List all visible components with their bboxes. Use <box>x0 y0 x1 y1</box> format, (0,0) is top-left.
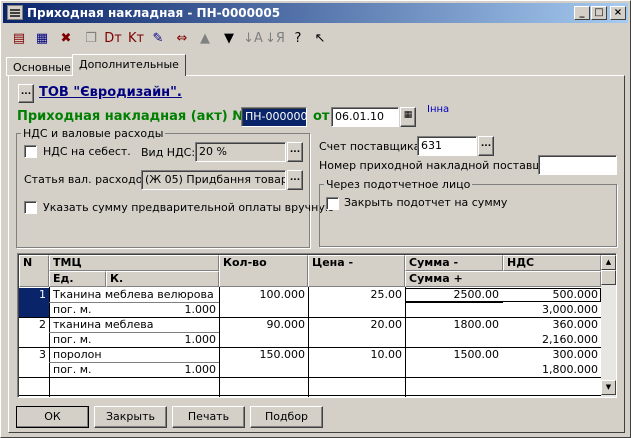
ok-button[interactable]: ОК <box>16 406 89 428</box>
header-vat[interactable]: НДС <box>503 255 601 271</box>
row-3-price[interactable]: 10.00 <box>309 348 405 361</box>
row-3-qty[interactable]: 150.000 <box>220 348 308 361</box>
row-2-n: 2 <box>39 318 46 331</box>
expense-label: Статья вал. расходов: <box>24 173 153 186</box>
row-3-coef[interactable]: 1.000 <box>130 363 219 376</box>
new-doc-icon[interactable]: ▤ <box>9 29 29 49</box>
row-2-name[interactable]: тканина меблева <box>50 318 219 331</box>
row-3-total[interactable]: 1,800.000 <box>406 363 601 376</box>
pointer-help-icon[interactable]: ↖ <box>310 29 330 49</box>
row-1-total[interactable]: 3,000.000 <box>406 303 601 316</box>
row-1-name[interactable]: Тканина меблева велюрова <box>50 288 219 301</box>
kt-icon[interactable]: Kт <box>126 29 146 49</box>
scroll-thumb[interactable] <box>601 270 616 285</box>
doc-number-field[interactable]: ПН-0000005 <box>241 107 307 127</box>
header-price[interactable]: Цена - <box>308 255 405 287</box>
row-1-unit[interactable]: пог. м. <box>50 303 130 316</box>
expense-field[interactable]: (Ж 05) Придбання товарів <box>141 170 286 190</box>
row-1-sum[interactable]: 2500.00 <box>406 288 502 301</box>
nds-type-label: Вид НДС: <box>141 146 196 159</box>
header-sum-plus[interactable]: Сумма + <box>405 271 601 287</box>
copy-row-icon[interactable]: ❐ <box>81 29 101 49</box>
user-name: Інна <box>427 104 450 115</box>
row-2-price[interactable]: 20.00 <box>309 318 405 331</box>
help-icon[interactable]: ? <box>288 29 308 49</box>
nds-on-cost-checkbox[interactable] <box>24 145 37 158</box>
row-2-total[interactable]: 2,160.000 <box>406 333 601 346</box>
header-sum-minus[interactable]: Сумма - <box>405 255 503 271</box>
nds-type-field[interactable]: 20 % <box>195 142 286 162</box>
tab-additional[interactable]: Дополнительные <box>72 54 186 76</box>
accountable-legend: Через подотчетное лицо <box>324 178 473 191</box>
header-goods[interactable]: ТМЦ <box>49 255 219 271</box>
vat-group-legend: НДС и валовые расходы <box>21 127 166 140</box>
close-button[interactable]: Закрыть <box>94 406 167 428</box>
expense-button[interactable]: ... <box>287 170 303 190</box>
restore-button[interactable]: □ <box>591 6 607 20</box>
arrow-down-icon[interactable]: ▼ <box>219 29 239 49</box>
minimize-button[interactable]: _ <box>574 6 590 20</box>
nds-type-button[interactable]: ... <box>287 142 303 162</box>
doc-title: Приходная накладная (акт) № <box>17 109 248 124</box>
title-bar[interactable]: Приходная накладная - ПН-0000005 _ □ × <box>3 3 628 23</box>
row-2-unit[interactable]: пог. м. <box>50 333 130 346</box>
close-window-button[interactable]: × <box>610 6 626 20</box>
sort-asc-icon[interactable]: ↓A <box>243 29 263 49</box>
doc-date-field[interactable]: 06.01.10 <box>331 107 399 127</box>
app-icon <box>7 5 23 20</box>
sort-desc-icon[interactable]: ↓Я <box>265 29 285 49</box>
select-button[interactable]: Подбор <box>250 406 323 428</box>
row-1-coef[interactable]: 1.000 <box>130 303 219 316</box>
prepay-checkbox[interactable] <box>24 201 37 214</box>
edit-row-icon[interactable]: ✎ <box>148 29 168 49</box>
goods-table[interactable]: N ТМЦ Ед. К. Кол-во Цена - Сумма - НДС С… <box>17 253 617 398</box>
supplier-invoice-field[interactable] <box>538 155 617 175</box>
header-qty[interactable]: Кол-во <box>219 255 308 287</box>
supplier-invoice-label: Номер приходной накладной поставщика: <box>319 159 568 172</box>
accountable-group <box>319 184 617 247</box>
supplier-account-field[interactable]: 631 <box>417 136 477 156</box>
header-coef[interactable]: К. <box>106 271 219 287</box>
close-accountable-label: Закрыть подотчет на сумму <box>344 196 508 209</box>
move-row-icon[interactable]: ⇔ <box>172 29 192 49</box>
row-2-coef[interactable]: 1.000 <box>130 333 219 346</box>
supplier-account-button[interactable]: ... <box>478 136 494 156</box>
document-window: Приходная накладная - ПН-0000005 _ □ × ▤… <box>0 0 631 438</box>
dt-icon[interactable]: Dт <box>103 29 123 49</box>
prepay-label: Указать сумму предварительной оплаты вру… <box>43 201 335 214</box>
supplier-account-label: Счет поставщика: <box>319 140 425 153</box>
row-1-vat[interactable]: 500.000 <box>504 288 601 301</box>
row-1-n: 1 <box>39 288 46 301</box>
arrow-up-icon[interactable]: ▲ <box>195 29 215 49</box>
row-3-sum[interactable]: 1500.00 <box>406 348 502 361</box>
supplier-name-link[interactable]: ТОВ "Євродизайн". <box>39 85 182 100</box>
scroll-up-icon[interactable]: ▲ <box>601 255 616 270</box>
row-2-qty[interactable]: 90.000 <box>220 318 308 331</box>
row-3-n: 3 <box>39 348 46 361</box>
row-3-vat[interactable]: 300.000 <box>504 348 601 361</box>
header-n[interactable]: N <box>19 255 49 287</box>
scroll-down-icon[interactable]: ▼ <box>601 380 616 395</box>
row-3-name[interactable]: поролон <box>50 348 219 361</box>
print-button[interactable]: Печать <box>172 406 245 428</box>
row-1-qty[interactable]: 100.000 <box>220 288 308 301</box>
close-accountable-checkbox[interactable] <box>326 197 339 210</box>
row-1-price[interactable]: 25.00 <box>309 288 405 301</box>
nds-on-cost-label: НДС на себест. <box>43 145 131 158</box>
date-prefix: от <box>313 109 330 124</box>
header-unit[interactable]: Ед. <box>49 271 106 287</box>
tab-main[interactable]: Основные <box>6 57 78 76</box>
row-2-vat[interactable]: 360.000 <box>504 318 601 331</box>
calendar-icon[interactable]: ▦ <box>400 107 416 127</box>
row-2-sum[interactable]: 1800.00 <box>406 318 502 331</box>
delete-row-icon[interactable]: ✖ <box>56 29 76 49</box>
supplier-select-button[interactable]: ... <box>18 84 34 103</box>
add-row-icon[interactable]: ▦ <box>32 29 52 49</box>
window-title: Приходная накладная - ПН-0000005 <box>27 6 281 20</box>
row-3-unit[interactable]: пог. м. <box>50 363 130 376</box>
